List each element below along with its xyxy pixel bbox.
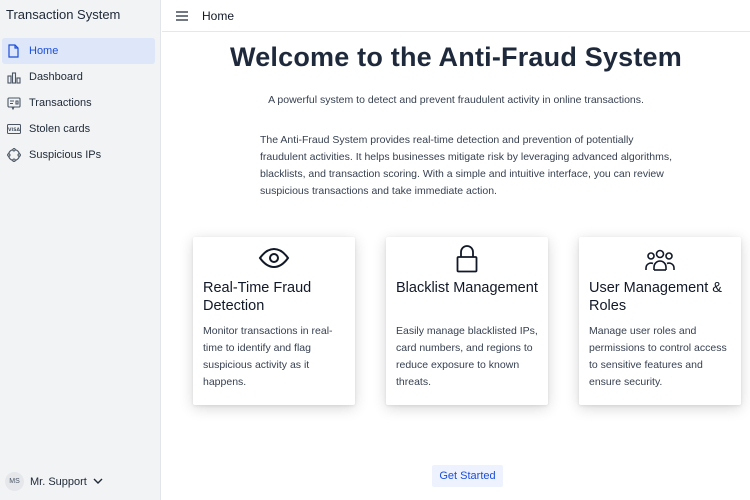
user-name: Mr. Support xyxy=(30,475,87,488)
sidebar-nav: Home Dashboard Transactions VISA Stolen … xyxy=(0,38,161,168)
page-description: The Anti-Fraud System provides real-time… xyxy=(260,134,673,197)
sidebar-item-label: Suspicious IPs xyxy=(29,149,102,161)
visa-card-icon: VISA xyxy=(6,122,21,137)
sidebar: Transaction System Home Dashboard Transa… xyxy=(0,0,161,500)
sidebar-item-suspicious-ips[interactable]: Suspicious IPs xyxy=(2,142,155,168)
sidebar-item-stolen-cards[interactable]: VISA Stolen cards xyxy=(2,116,155,142)
avatar: MS xyxy=(5,472,24,491)
chevron-down-icon xyxy=(93,478,103,485)
sidebar-item-dashboard[interactable]: Dashboard xyxy=(2,64,155,90)
breadcrumb: Home xyxy=(202,8,235,23)
users-icon xyxy=(579,248,741,272)
card-title: User Management & Roles xyxy=(589,280,722,314)
page-title: Welcome to the Anti-Fraud System xyxy=(230,42,682,72)
card-title: Real-Time Fraud Detection xyxy=(203,280,312,314)
feature-card-fraud-detection: Real-Time Fraud Detection Monitor transa… xyxy=(193,237,355,405)
sidebar-item-label: Stolen cards xyxy=(29,123,91,135)
hamburger-menu-icon[interactable] xyxy=(174,8,190,24)
lock-icon xyxy=(386,245,548,273)
get-started-button[interactable]: Get Started xyxy=(432,465,503,487)
receipt-icon xyxy=(6,96,21,111)
top-bar: Home xyxy=(162,0,750,32)
sidebar-item-label: Home xyxy=(29,45,59,57)
sidebar-item-label: Transactions xyxy=(29,97,92,109)
eye-icon xyxy=(193,247,355,269)
card-text: Easily manage blacklisted IPs, card numb… xyxy=(396,325,538,388)
document-icon xyxy=(6,44,21,59)
sidebar-item-label: Dashboard xyxy=(29,71,83,83)
bar-chart-icon xyxy=(6,70,21,85)
feature-card-blacklist: Blacklist Management Easily manage black… xyxy=(386,237,548,405)
sidebar-item-home[interactable]: Home xyxy=(2,38,155,64)
main-content: Welcome to the Anti-Fraud System A power… xyxy=(162,33,750,500)
app-title: Transaction System xyxy=(6,7,121,22)
page-subtitle: A powerful system to detect and prevent … xyxy=(268,94,644,106)
svg-text:VISA: VISA xyxy=(8,127,20,133)
card-text: Manage user roles and permissions to con… xyxy=(589,325,727,388)
card-title: Blacklist Management xyxy=(396,280,538,296)
user-menu[interactable]: MS Mr. Support xyxy=(5,472,103,491)
globe-icon xyxy=(6,148,21,163)
card-text: Monitor transactions in real-time to ide… xyxy=(203,325,333,388)
sidebar-item-transactions[interactable]: Transactions xyxy=(2,90,155,116)
feature-card-user-management: User Management & Roles Manage user role… xyxy=(579,237,741,405)
